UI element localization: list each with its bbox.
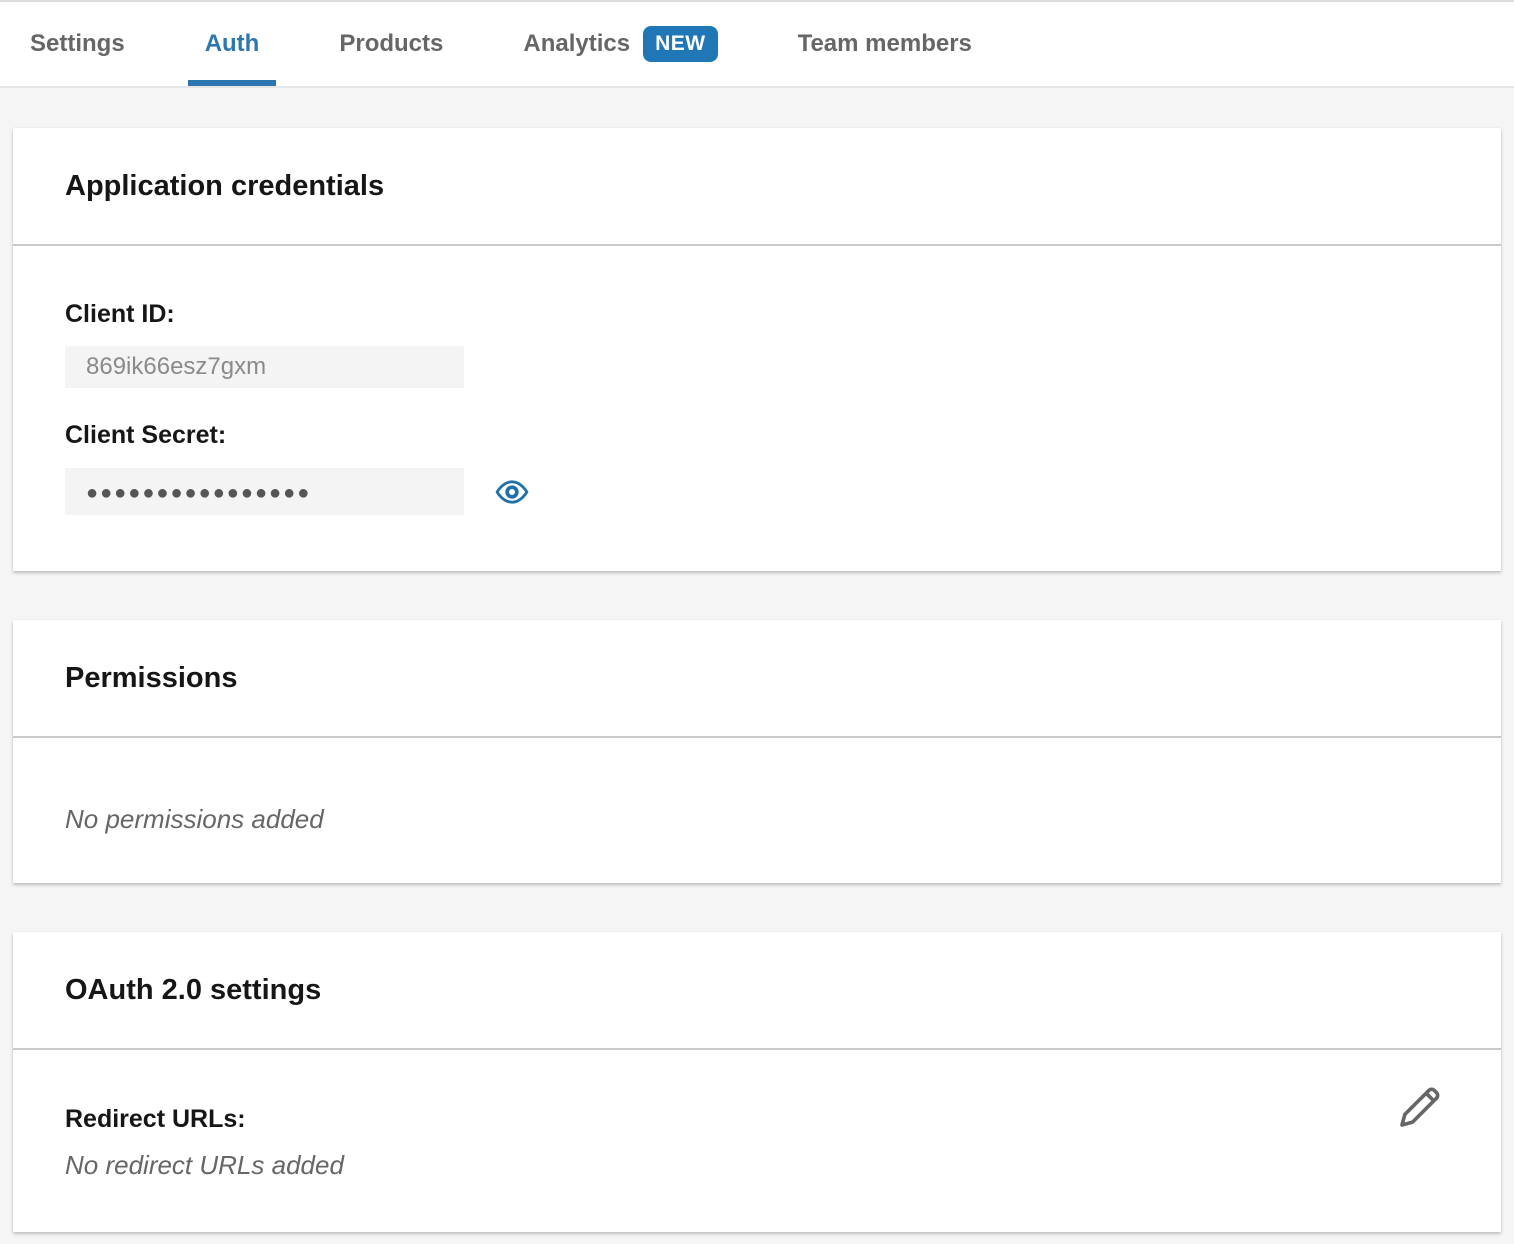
tab-analytics-label: Analytics <box>523 30 630 58</box>
edit-redirect-urls-button[interactable] <box>1396 1083 1444 1131</box>
application-credentials-card: Application credentials Client ID: 869ik… <box>13 128 1501 571</box>
permissions-card: Permissions No permissions added <box>13 620 1501 883</box>
permissions-body: No permissions added <box>13 738 1501 883</box>
tab-products[interactable]: Products <box>339 2 443 86</box>
redirect-urls-label: Redirect URLs: <box>65 1105 1449 1133</box>
tab-auth[interactable]: Auth <box>205 2 260 86</box>
oauth-settings-title: OAuth 2.0 settings <box>65 974 321 1007</box>
tab-auth-label: Auth <box>205 30 260 58</box>
client-id-value: 869ik66esz7gxm <box>86 353 266 381</box>
client-secret-label: Client Secret: <box>65 421 1449 449</box>
client-secret-row: ●●●●●●●●●●●●●●●● <box>65 468 1449 515</box>
new-badge: NEW <box>643 26 718 62</box>
tab-team-members-label: Team members <box>798 30 972 58</box>
client-id-label: Client ID: <box>65 300 1449 328</box>
permissions-empty-text: No permissions added <box>65 804 1449 834</box>
client-secret-field[interactable]: ●●●●●●●●●●●●●●●● <box>65 468 464 515</box>
client-secret-masked-value: ●●●●●●●●●●●●●●●● <box>86 481 311 503</box>
client-id-field[interactable]: 869ik66esz7gxm <box>65 346 464 388</box>
permissions-title: Permissions <box>65 662 237 695</box>
main-content: Application credentials Client ID: 869ik… <box>0 128 1514 1232</box>
reveal-secret-button[interactable] <box>495 475 529 509</box>
pencil-icon <box>1397 1084 1443 1130</box>
tab-settings[interactable]: Settings <box>30 2 125 86</box>
eye-icon <box>495 475 529 509</box>
oauth-settings-body: Redirect URLs: No redirect URLs added <box>13 1050 1501 1232</box>
tab-products-label: Products <box>339 30 443 58</box>
tab-analytics[interactable]: Analytics NEW <box>523 2 717 86</box>
application-credentials-body: Client ID: 869ik66esz7gxm Client Secret:… <box>13 246 1501 571</box>
oauth-settings-card: OAuth 2.0 settings Redirect URLs: No red… <box>13 932 1501 1232</box>
tab-team-members[interactable]: Team members <box>798 2 972 86</box>
tab-settings-label: Settings <box>30 30 125 58</box>
redirect-urls-empty-text: No redirect URLs added <box>65 1150 1449 1180</box>
permissions-header: Permissions <box>13 620 1501 738</box>
tab-bar: Settings Auth Products Analytics NEW Tea… <box>0 0 1514 88</box>
oauth-settings-header: OAuth 2.0 settings <box>13 932 1501 1050</box>
application-credentials-title: Application credentials <box>65 170 384 203</box>
application-credentials-header: Application credentials <box>13 128 1501 246</box>
